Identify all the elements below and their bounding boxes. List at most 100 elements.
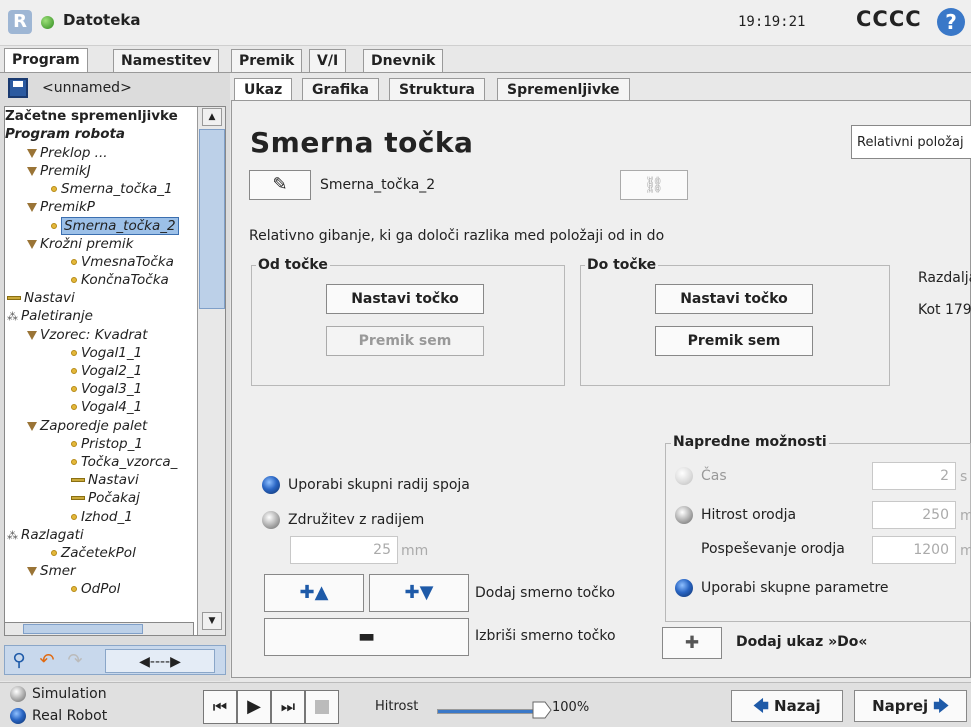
tree-item[interactable]: Smer [27,562,76,580]
rename-button[interactable]: ✎ [249,170,311,200]
waypoint-icon [71,441,77,447]
tree-item[interactable]: PremikJ [27,162,91,180]
to-move-here-button[interactable]: Premik sem [655,326,813,356]
blend-radius-radio[interactable] [262,511,280,529]
step-icon: ⏭ [280,697,296,716]
speed-label: Hitrost [375,699,419,714]
tool-speed-input[interactable]: 250 [872,501,956,529]
tab-variables[interactable]: Spremenljivke [497,78,630,101]
tree-item[interactable]: ⁂ Razlagati [7,526,84,544]
wait-icon [71,496,85,500]
add-after-icon: ✚▼ [404,582,434,603]
tree-item[interactable]: VmesnaTočka [71,253,174,271]
delete-waypoint-button[interactable]: ▬ [264,618,469,656]
redo-icon[interactable]: ↷ [63,649,87,673]
tree-item[interactable]: Pristop_1 [71,435,143,453]
scroll-thumb[interactable] [199,129,225,309]
step-button[interactable]: ⏭ [271,690,305,724]
speed-slider-handle[interactable] [531,701,553,719]
scroll-down-icon[interactable]: ▼ [202,612,222,630]
move-node-arrows-icon[interactable]: ◀----▶ [105,649,215,673]
tab-graphics[interactable]: Grafika [302,78,379,101]
from-move-here-button[interactable]: Premik sem [326,326,484,356]
tree-item[interactable]: Nastavi [71,471,139,489]
simulation-label: Simulation [32,686,107,702]
tree-item[interactable]: ZačetekPol [51,544,136,562]
waypoint-icon [71,259,77,265]
tree-item[interactable]: OdPol [71,580,120,594]
tab-structure[interactable]: Struktura [389,78,485,101]
tree-item[interactable]: Program robota [5,125,125,143]
add-until-button[interactable]: ✚ [662,627,722,659]
back-button[interactable]: 🡄 Nazaj [731,690,843,722]
tree-item[interactable]: PremikP [27,198,95,216]
speed-slider[interactable] [437,709,537,714]
tree-item[interactable]: KončnaTočka [71,271,169,289]
to-set-point-button[interactable]: Nastavi točko [655,284,813,314]
folder-icon [27,148,37,158]
tree-item[interactable]: Preklop ... [27,144,108,162]
tool-speed-unit: mm/s [960,508,971,524]
tab-log[interactable]: Dnevnik [363,49,444,73]
blend-radius-input[interactable]: 25 [290,536,398,564]
tree-item[interactable]: Počakaj [71,489,140,507]
from-set-point-button[interactable]: Nastavi točko [326,284,484,314]
tree-item[interactable]: Krožni premik [27,235,134,253]
tree-item[interactable]: Začetne spremenljivke [5,107,178,125]
tree-item[interactable]: Izhod_1 [71,508,133,526]
real-robot-radio[interactable] [10,708,26,724]
stop-button[interactable] [305,690,339,724]
tool-accel-input[interactable]: 1200 [872,536,956,564]
tree-item-selected[interactable]: Smerna_točka_2 [51,217,179,235]
relative-position-button[interactable]: Relativni položaj [851,125,971,159]
tab-move[interactable]: Premik [231,49,303,73]
tool-speed-radio[interactable] [675,506,693,524]
tree-item[interactable]: Smerna_točka_1 [51,180,173,198]
folder-icon [27,166,37,176]
tree-item[interactable]: Vogal2_1 [71,362,142,380]
time-radio[interactable] [675,467,693,485]
save-icon[interactable] [8,78,28,98]
skip-back-button[interactable]: ⏮ [203,690,237,724]
search-icon[interactable]: ⚲ [7,649,31,673]
help-icon[interactable]: ? [937,8,965,36]
shared-params-radio[interactable] [675,579,693,597]
set-icon [71,478,85,482]
scroll-thumb[interactable] [23,624,143,634]
scroll-up-icon[interactable]: ▲ [202,108,222,126]
shared-radius-radio[interactable] [262,476,280,494]
arrow-left-icon: 🡄 [753,697,775,715]
play-button[interactable]: ▶ [237,690,271,724]
tab-program[interactable]: Program [4,48,88,74]
waypoint-icon [51,550,57,556]
link-button[interactable]: ⛓ [620,170,688,200]
program-tree: Začetne spremenljivke Program robota Pre… [4,106,226,636]
tree-item[interactable]: Vzorec: Kvadrat [27,326,148,344]
tree-item[interactable]: Zaporedje palet [27,417,147,435]
tree-item[interactable]: Vogal1_1 [71,344,142,362]
tree-item[interactable]: Nastavi [7,289,75,307]
waypoint-icon [51,223,57,229]
tree-vertical-scrollbar[interactable]: ▲ ▼ [197,107,225,635]
shared-params-label: Uporabi skupne parametre [701,580,889,596]
play-icon: ▶ [247,696,261,717]
file-menu[interactable]: Datoteka [63,11,141,29]
tool-accel-unit: mm/s² [960,543,971,559]
next-button[interactable]: Naprej 🡆 [854,690,967,722]
undo-icon[interactable]: ↶ [35,649,59,673]
time-input[interactable]: 2 [872,462,956,490]
add-waypoint-before-button[interactable]: ✚▲ [264,574,364,612]
tab-command[interactable]: Ukaz [234,78,293,101]
tab-io[interactable]: V/I [309,49,347,73]
add-waypoint-after-button[interactable]: ✚▼ [369,574,469,612]
tree-item[interactable]: Vogal4_1 [71,398,142,416]
tree-item[interactable]: Vogal3_1 [71,380,142,398]
stop-icon [315,700,329,714]
tree-horizontal-scrollbar[interactable] [4,622,194,636]
from-point-label: Od točke [256,257,330,273]
tab-installation[interactable]: Namestitev [113,49,220,73]
tool-speed-label: Hitrost orodja [701,507,797,523]
tree-item[interactable]: Točka_vzorca_ [71,453,177,471]
simulation-radio[interactable] [10,686,26,702]
tree-item[interactable]: ⁂ Paletiranje [7,307,93,325]
